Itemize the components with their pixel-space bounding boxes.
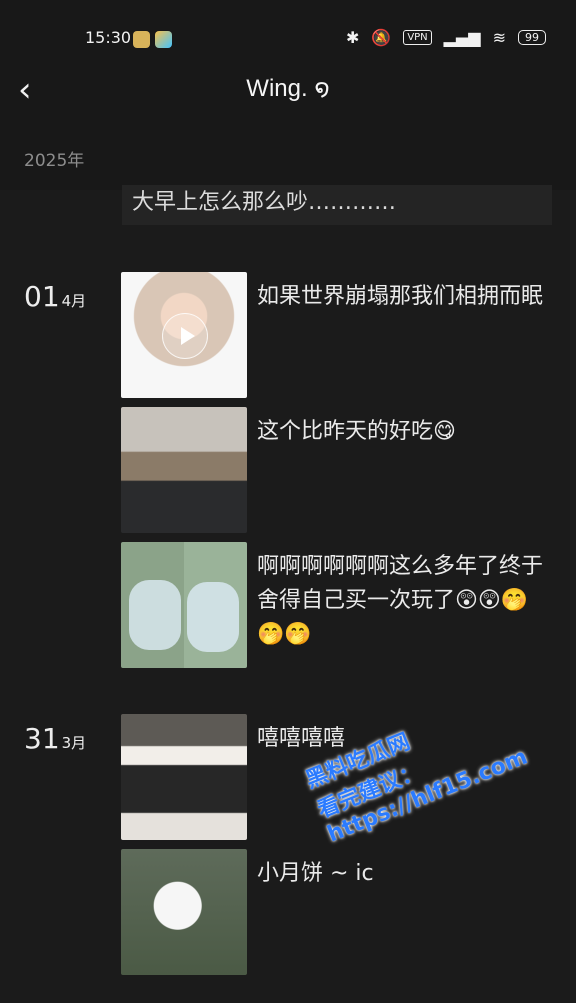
page-title: Wing. ໑ (246, 75, 330, 102)
post-caption: 这个比昨天的好吃😋 (257, 419, 456, 444)
video-thumbnail[interactable] (121, 272, 247, 398)
battery-badge: 99 (518, 30, 546, 45)
month: 4月 (61, 292, 87, 310)
photo-thumbnail[interactable] (121, 542, 247, 668)
date-label-0331: 31 3月 (24, 722, 86, 755)
status-time: 15:30 (85, 28, 132, 47)
photo-thumbnail[interactable] (121, 714, 247, 840)
text-post[interactable]: 大早上怎么那么吵………… (122, 185, 552, 225)
post-caption: 如果世界崩塌那我们相拥而眠 (257, 284, 544, 309)
photo-thumbnail[interactable] (121, 849, 247, 975)
day: 31 (24, 722, 60, 755)
signal-icon: ▂▄▆ (443, 28, 481, 47)
post-caption: 啊啊啊啊啊啊这么多年了终于舍得自己买一次玩了😲😲🤭🤭🤭 (257, 554, 544, 647)
photo-thumbnail[interactable] (121, 407, 247, 533)
year-label: 2025年 (24, 151, 85, 171)
vpn-badge: VPN (403, 30, 432, 45)
month: 3月 (61, 734, 87, 752)
bluetooth-icon: ✱ (345, 28, 360, 47)
jelly-ball (129, 580, 181, 650)
jelly-ball (187, 582, 239, 652)
play-icon[interactable] (162, 313, 208, 359)
day: 01 (24, 280, 60, 313)
wifi-icon: ≋ (492, 28, 506, 47)
mute-icon: 🔕 (371, 28, 392, 47)
app-status-icon-2 (155, 31, 172, 48)
status-icons: ✱ 🔕 VPN ▂▄▆ ≋ 99 (346, 28, 546, 47)
top-bar: 15:30 ✱ 🔕 VPN ▂▄▆ ≋ 99 ‹ Wing. ໑ 2025年 (0, 0, 576, 190)
date-label-0401: 01 4月 (24, 280, 86, 313)
app-status-icon (133, 31, 150, 48)
